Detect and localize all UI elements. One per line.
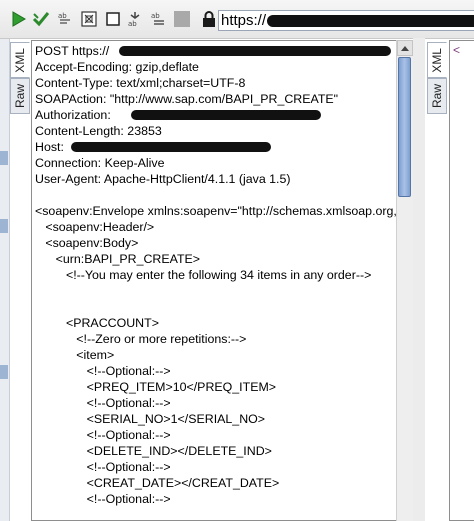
request-line: <SERIAL_NO>1</SERIAL_NO> <box>35 412 266 426</box>
response-tab-raw-label: Raw <box>430 83 444 108</box>
request-line: Content-Length: 23853 <box>35 124 162 138</box>
request-line: <!--You may enter the following 34 items… <box>35 268 372 282</box>
inactive-button-icon[interactable] <box>173 10 191 28</box>
request-line: <urn:BAPI_PR_CREATE> <box>35 252 201 266</box>
request-line: POST https:// <box>35 43 396 59</box>
request-line: <soapenv:Body> <box>35 236 139 250</box>
tree-selection-mark <box>0 365 8 379</box>
request-line: <soapenv:Header/> <box>35 220 155 234</box>
request-line: <CREAT_DATE></CREAT_DATE> <box>35 476 280 490</box>
request-line: SOAPAction: "http://www.sap.com/BAPI_PR_… <box>35 92 339 106</box>
request-line: Connection: Keep-Alive <box>35 156 165 170</box>
redacted-value <box>119 46 391 56</box>
stop-icon[interactable] <box>104 10 122 28</box>
response-view-tabs: XML Raw <box>427 42 449 521</box>
pane-divider[interactable] <box>413 38 425 521</box>
response-tab-xml[interactable]: XML <box>427 42 447 78</box>
request-line: <!--Optional:--> <box>35 396 171 410</box>
scroll-up-arrow-icon[interactable] <box>397 40 413 56</box>
request-line: <!--Optional:--> <box>35 492 171 506</box>
request-toolbar: ab ab ab https:// <box>0 0 474 39</box>
request-line: <!--Optional:--> <box>35 428 171 442</box>
svg-text:ab: ab <box>128 20 137 27</box>
request-line <box>35 299 396 315</box>
tab-raw[interactable]: Raw <box>10 78 30 114</box>
url-prefix: https:// <box>221 12 267 29</box>
response-tab-raw[interactable]: Raw <box>427 78 447 114</box>
request-line: <DELETE_IND></DELETE_IND> <box>35 444 272 458</box>
lock-icon[interactable] <box>200 10 218 28</box>
expand-icon[interactable] <box>80 10 98 28</box>
request-line: Authorization: <box>35 107 396 123</box>
tab-xml[interactable]: XML <box>10 42 30 78</box>
request-line <box>35 283 396 299</box>
request-line: User-Agent: Apache-HttpClient/4.1.1 (jav… <box>35 172 291 186</box>
run-icon[interactable] <box>10 10 28 28</box>
tab-raw-label: Raw <box>13 83 27 108</box>
tree-selection-mark <box>0 219 8 233</box>
request-line: <!--Optional:--> <box>35 460 171 474</box>
split-icon[interactable]: ab <box>126 10 144 28</box>
svg-text:ab: ab <box>58 12 67 20</box>
project-tree-edge <box>0 39 10 521</box>
request-line: Accept-Encoding: gzip,deflate <box>35 60 199 74</box>
redacted-value <box>131 110 321 120</box>
response-fragment: < <box>453 43 461 57</box>
request-text: POST https://Accept-Encoding: gzip,defla… <box>32 41 396 507</box>
endpoint-url-field[interactable]: https:// <box>218 10 474 31</box>
request-line: <soapenv:Envelope xmlns:soapenv="http://… <box>35 204 396 218</box>
options-icon[interactable]: ab <box>150 10 168 28</box>
redacted-url <box>267 15 474 27</box>
format-icon[interactable]: ab <box>56 10 74 28</box>
raw-request-editor[interactable]: POST https://Accept-Encoding: gzip,defla… <box>31 40 396 521</box>
svg-text:ab: ab <box>151 12 160 20</box>
response-tab-xml-label: XML <box>430 47 444 73</box>
request-line: Content-Type: text/xml;charset=UTF-8 <box>35 76 246 90</box>
request-view-tabs: XML Raw <box>10 42 32 521</box>
request-line: <item> <box>35 348 115 362</box>
submit-icon[interactable] <box>32 10 50 28</box>
request-line: <PREQ_ITEM>10</PREQ_ITEM> <box>35 380 277 394</box>
request-line: <!--Zero or more repetitions:--> <box>35 332 247 346</box>
request-line: <PRACCOUNT> <box>35 316 159 330</box>
tree-selection-mark <box>0 151 8 165</box>
redacted-value <box>71 142 271 152</box>
request-line: Host: <box>35 139 396 155</box>
editor-vertical-scrollbar[interactable] <box>396 40 413 521</box>
response-editor[interactable]: < <box>449 40 474 521</box>
tab-xml-label: XML <box>13 47 27 73</box>
request-line: <!--Optional:--> <box>35 364 171 378</box>
scrollbar-thumb[interactable] <box>398 57 411 197</box>
request-line <box>35 187 396 203</box>
